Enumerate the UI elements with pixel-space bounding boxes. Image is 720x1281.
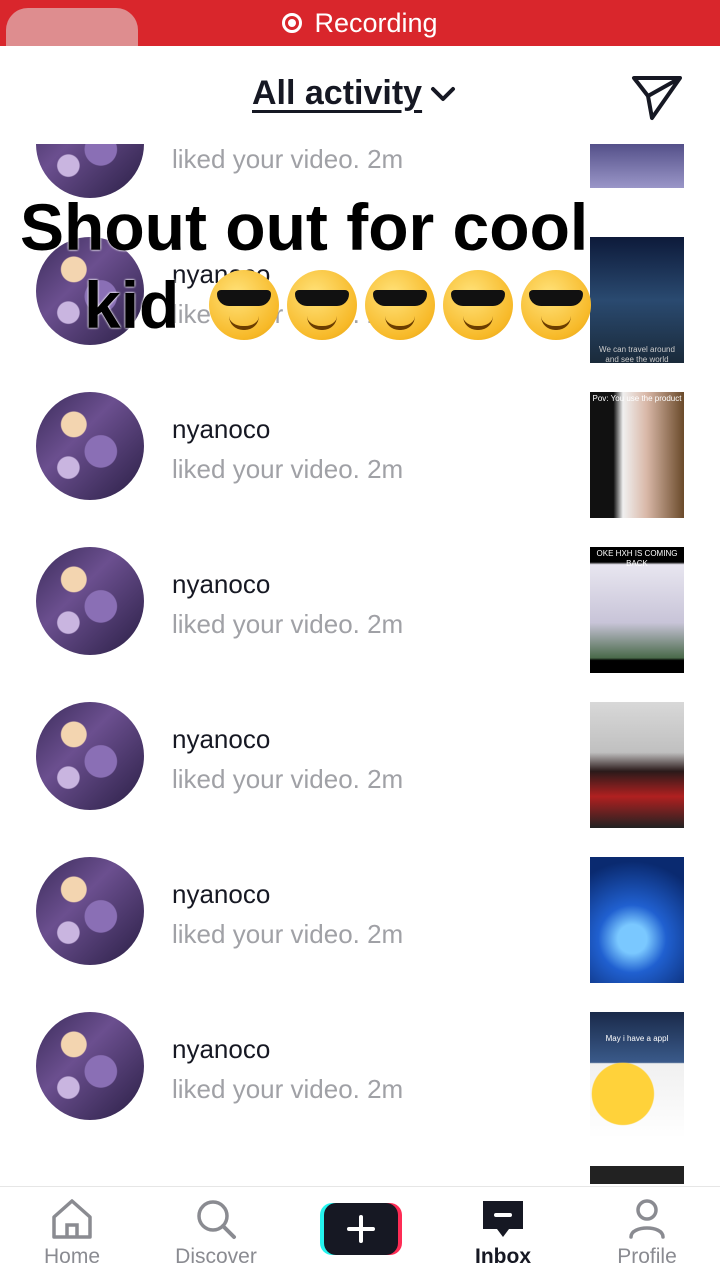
- search-icon: [197, 1200, 236, 1239]
- tab-discover-label: Discover: [175, 1245, 257, 1268]
- avatar[interactable]: [36, 857, 144, 965]
- video-overlay-caption: Shout out for cool kid: [20, 188, 700, 344]
- chevron-down-icon: [431, 86, 456, 101]
- sunglasses-emoji-icon: [209, 270, 280, 340]
- tab-home[interactable]: Home: [12, 1197, 132, 1269]
- home-icon: [52, 1199, 92, 1239]
- tab-inbox[interactable]: Inbox: [443, 1197, 563, 1269]
- activity-text: liked your video. 2m: [172, 144, 404, 174]
- tab-home-label: Home: [43, 1245, 101, 1268]
- sunglasses-emoji-icon: [287, 270, 358, 340]
- list-item[interactable]: nyanoco liked your video. 2m May i have …: [0, 994, 720, 1149]
- page-title: All activity: [252, 74, 423, 112]
- record-icon: [282, 13, 303, 33]
- profile-icon: [629, 1199, 665, 1239]
- inbox-icon: [483, 1201, 523, 1237]
- activity-text: liked your video. 2m: [172, 454, 404, 484]
- bottom-navigation: Home Discover Inbox Profile: [0, 1186, 720, 1281]
- list-item[interactable]: nyanoco liked your video. 2m Pov: You us…: [0, 374, 720, 529]
- list-item[interactable]: [0, 1166, 720, 1184]
- video-thumbnail[interactable]: Pov: You use the product: [590, 392, 684, 518]
- inbox-header: All activity: [0, 46, 720, 144]
- activity-text: liked your video. 2m: [172, 919, 404, 949]
- plus-icon: [347, 1215, 375, 1243]
- username[interactable]: nyanoco: [172, 1034, 270, 1065]
- tab-profile-label: Profile: [617, 1245, 677, 1268]
- avatar[interactable]: [36, 547, 144, 655]
- avatar[interactable]: [36, 702, 144, 810]
- send-message-icon[interactable]: [630, 72, 684, 122]
- sunglasses-emoji-icon: [365, 270, 436, 340]
- sunglasses-emoji-icon: [521, 270, 592, 340]
- video-thumbnail[interactable]: [590, 857, 684, 983]
- recording-label: Recording: [314, 7, 438, 38]
- avatar[interactable]: [36, 1012, 144, 1120]
- tab-inbox-label: Inbox: [475, 1245, 531, 1268]
- tab-discover[interactable]: Discover: [156, 1197, 276, 1269]
- list-item[interactable]: nyanoco liked your video. 2m OKE HXH IS …: [0, 529, 720, 684]
- video-thumbnail[interactable]: OKE HXH IS COMING BACK: [590, 547, 684, 673]
- username[interactable]: nyanoco: [172, 879, 270, 910]
- list-item[interactable]: nyanoco liked your video. 2m: [0, 684, 720, 839]
- video-thumbnail[interactable]: [590, 702, 684, 828]
- activity-text: liked your video. 2m: [172, 1074, 404, 1104]
- username[interactable]: nyanoco: [172, 569, 270, 600]
- caption-line-2: kid: [20, 266, 700, 344]
- create-video-button[interactable]: [320, 1203, 402, 1255]
- video-thumbnail[interactable]: [590, 1166, 684, 1184]
- activity-text: liked your video. 2m: [172, 764, 404, 794]
- avatar[interactable]: [36, 392, 144, 500]
- sunglasses-emoji-icon: [443, 270, 514, 340]
- video-thumbnail[interactable]: May i have a appl: [590, 1012, 684, 1138]
- activity-filter-dropdown[interactable]: All activity: [252, 74, 456, 113]
- activity-text: liked your video. 2m: [172, 609, 404, 639]
- tab-profile[interactable]: Profile: [587, 1197, 707, 1269]
- username[interactable]: nyanoco: [172, 414, 270, 445]
- video-thumbnail[interactable]: [590, 144, 684, 188]
- list-item[interactable]: nyanoco liked your video. 2m: [0, 839, 720, 994]
- caption-line-1: Shout out for cool: [20, 190, 589, 264]
- username[interactable]: nyanoco: [172, 724, 270, 755]
